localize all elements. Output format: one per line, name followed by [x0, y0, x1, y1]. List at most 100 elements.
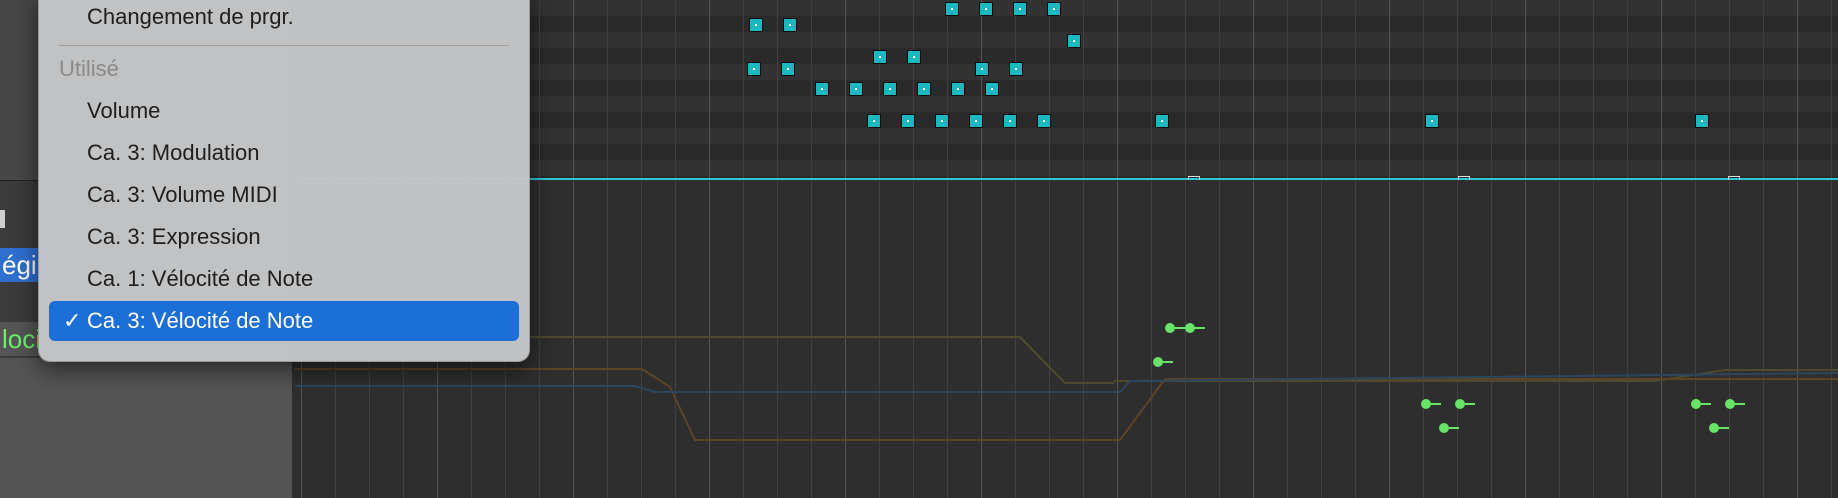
velocity-point[interactable]	[1439, 423, 1449, 433]
lane-marker	[1188, 176, 1200, 180]
velocity-tail	[1175, 327, 1185, 329]
grid-line	[777, 0, 778, 180]
midi-note[interactable]	[985, 82, 999, 96]
midi-note[interactable]	[907, 50, 921, 64]
grid-line	[1083, 0, 1084, 180]
velocity-point[interactable]	[1709, 423, 1719, 433]
midi-note[interactable]	[1425, 114, 1439, 128]
midi-note[interactable]	[901, 114, 915, 128]
velocity-tail	[1735, 403, 1745, 405]
lane-marker	[1728, 176, 1740, 180]
grid-line	[811, 0, 812, 180]
midi-note[interactable]	[917, 82, 931, 96]
grid-line	[1185, 0, 1186, 180]
menu-item-label: Ca. 3: Vélocité de Note	[87, 308, 314, 333]
menu-item-midi-volume[interactable]: Ca. 3: Volume MIDI	[49, 175, 519, 215]
grid-line	[539, 0, 540, 180]
midi-note[interactable]	[1695, 114, 1709, 128]
menu-section-header: Utilisé	[59, 56, 119, 81]
midi-note[interactable]	[1067, 34, 1081, 48]
midi-note[interactable]	[979, 2, 993, 16]
midi-note[interactable]	[867, 114, 881, 128]
midi-note[interactable]	[951, 82, 965, 96]
menu-item-ch3-velocity[interactable]: ✓ Ca. 3: Vélocité de Note	[49, 301, 519, 341]
grid-line	[1491, 0, 1492, 180]
grid-line	[1797, 0, 1798, 180]
grid-line	[1355, 0, 1356, 180]
checkmark-icon: ✓	[63, 308, 82, 333]
velocity-point[interactable]	[1165, 323, 1175, 333]
inspector-lower	[0, 358, 292, 498]
grid-line	[1763, 0, 1764, 180]
automation-curve	[295, 368, 1838, 441]
velocity-point[interactable]	[1455, 399, 1465, 409]
velocity-tail	[1465, 403, 1475, 405]
menu-item-program-change[interactable]: Changement de prgr.	[49, 0, 519, 37]
grid-line	[1593, 0, 1594, 180]
velocity-tail	[1163, 361, 1173, 363]
midi-note[interactable]	[1155, 114, 1169, 128]
grid-line	[1661, 0, 1662, 180]
grid-line	[1559, 0, 1560, 180]
grid-line	[1219, 0, 1220, 180]
midi-note[interactable]	[849, 82, 863, 96]
velocity-point[interactable]	[1185, 323, 1195, 333]
velocity-tail	[1195, 327, 1205, 329]
midi-note[interactable]	[969, 114, 983, 128]
grid-line	[1321, 0, 1322, 180]
grid-line	[879, 0, 880, 180]
velocity-point[interactable]	[1691, 399, 1701, 409]
lane-marker	[1458, 176, 1470, 180]
velocity-tail	[1449, 427, 1459, 429]
midi-note[interactable]	[873, 50, 887, 64]
menu-item-modulation[interactable]: Ca. 3: Modulation	[49, 133, 519, 173]
grid-line	[573, 0, 574, 180]
menu-separator	[59, 45, 509, 46]
velocity-point[interactable]	[1725, 399, 1735, 409]
grid-line	[1457, 0, 1458, 180]
grid-line	[947, 0, 948, 180]
grid-line	[743, 0, 744, 180]
grid-line	[1729, 0, 1730, 180]
menu-item-ch1-velocity[interactable]: Ca. 1: Vélocité de Note	[49, 259, 519, 299]
grid-line	[1049, 0, 1050, 180]
velocity-tail	[1431, 403, 1441, 405]
grid-line	[1287, 0, 1288, 180]
midi-note[interactable]	[815, 82, 829, 96]
automation-parameter-menu[interactable]: Changement de prgr. Utilisé Volume Ca. 3…	[38, 0, 530, 362]
midi-note[interactable]	[747, 62, 761, 76]
grid-line	[1015, 0, 1016, 180]
grid-line	[913, 0, 914, 180]
grid-line	[709, 0, 710, 180]
midi-note[interactable]	[975, 62, 989, 76]
midi-note[interactable]	[1013, 2, 1027, 16]
grid-line	[1389, 0, 1390, 180]
midi-note[interactable]	[1003, 114, 1017, 128]
grid-line	[607, 0, 608, 180]
midi-note[interactable]	[883, 82, 897, 96]
grid-line	[1695, 0, 1696, 180]
velocity-point[interactable]	[1421, 399, 1431, 409]
midi-note[interactable]	[1037, 114, 1051, 128]
inspector-marker	[0, 210, 5, 228]
grid-line	[1151, 0, 1152, 180]
midi-note[interactable]	[935, 114, 949, 128]
velocity-tail	[1701, 403, 1711, 405]
grid-line	[1117, 0, 1118, 180]
menu-item-volume[interactable]: Volume	[49, 91, 519, 131]
midi-note[interactable]	[945, 2, 959, 16]
grid-line	[641, 0, 642, 180]
grid-line	[1423, 0, 1424, 180]
midi-note[interactable]	[749, 18, 763, 32]
grid-line	[1525, 0, 1526, 180]
midi-note[interactable]	[783, 18, 797, 32]
midi-note[interactable]	[1047, 2, 1061, 16]
midi-note[interactable]	[781, 62, 795, 76]
grid-line	[1831, 0, 1832, 180]
velocity-tail	[1719, 427, 1729, 429]
velocity-point[interactable]	[1153, 357, 1163, 367]
grid-line	[1253, 0, 1254, 180]
menu-item-expression[interactable]: Ca. 3: Expression	[49, 217, 519, 257]
grid-line	[675, 0, 676, 180]
midi-note[interactable]	[1009, 62, 1023, 76]
